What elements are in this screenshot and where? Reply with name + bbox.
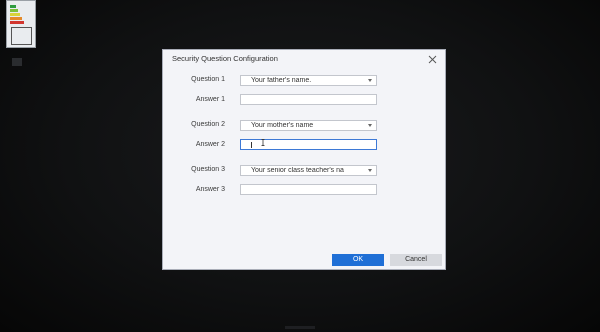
energy-label-sticker — [6, 0, 36, 48]
energy-bars — [10, 5, 24, 25]
chevron-down-icon — [368, 169, 372, 172]
question-1-label: Question 1 — [191, 76, 225, 83]
question-2-value: Your mother's name — [251, 122, 314, 129]
question-1-select[interactable]: Your father's name. — [240, 75, 377, 86]
answer-1-label: Answer 1 — [195, 96, 225, 103]
sticker-shadow — [12, 58, 22, 66]
ok-button[interactable]: OK — [332, 254, 384, 266]
question-2-label: Question 2 — [191, 121, 225, 128]
question-3-value: Your senior class teacher's na — [251, 167, 344, 174]
text-caret — [251, 142, 252, 148]
energy-rating-box — [11, 27, 32, 45]
answer-3-label: Answer 3 — [195, 186, 225, 193]
chevron-down-icon — [368, 124, 372, 127]
close-icon[interactable] — [427, 54, 438, 65]
dialog-title: Security Question Configuration — [172, 54, 278, 63]
chevron-down-icon — [368, 79, 372, 82]
monitor-screen: Security Question Configuration Question… — [0, 0, 600, 332]
text-cursor-icon — [261, 139, 265, 146]
monitor-logo — [285, 326, 315, 329]
question-3-select[interactable]: Your senior class teacher's na — [240, 165, 377, 176]
answer-2-label: Answer 2 — [195, 141, 225, 148]
security-question-dialog: Security Question Configuration Question… — [163, 50, 445, 269]
question-2-select[interactable]: Your mother's name — [240, 120, 377, 131]
answer-1-field[interactable] — [240, 94, 377, 105]
answer-3-field[interactable] — [240, 184, 377, 195]
question-3-label: Question 3 — [191, 166, 225, 173]
question-1-value: Your father's name. — [251, 77, 312, 84]
dialog-header: Security Question Configuration — [163, 50, 445, 68]
cancel-button[interactable]: Cancel — [390, 254, 442, 266]
